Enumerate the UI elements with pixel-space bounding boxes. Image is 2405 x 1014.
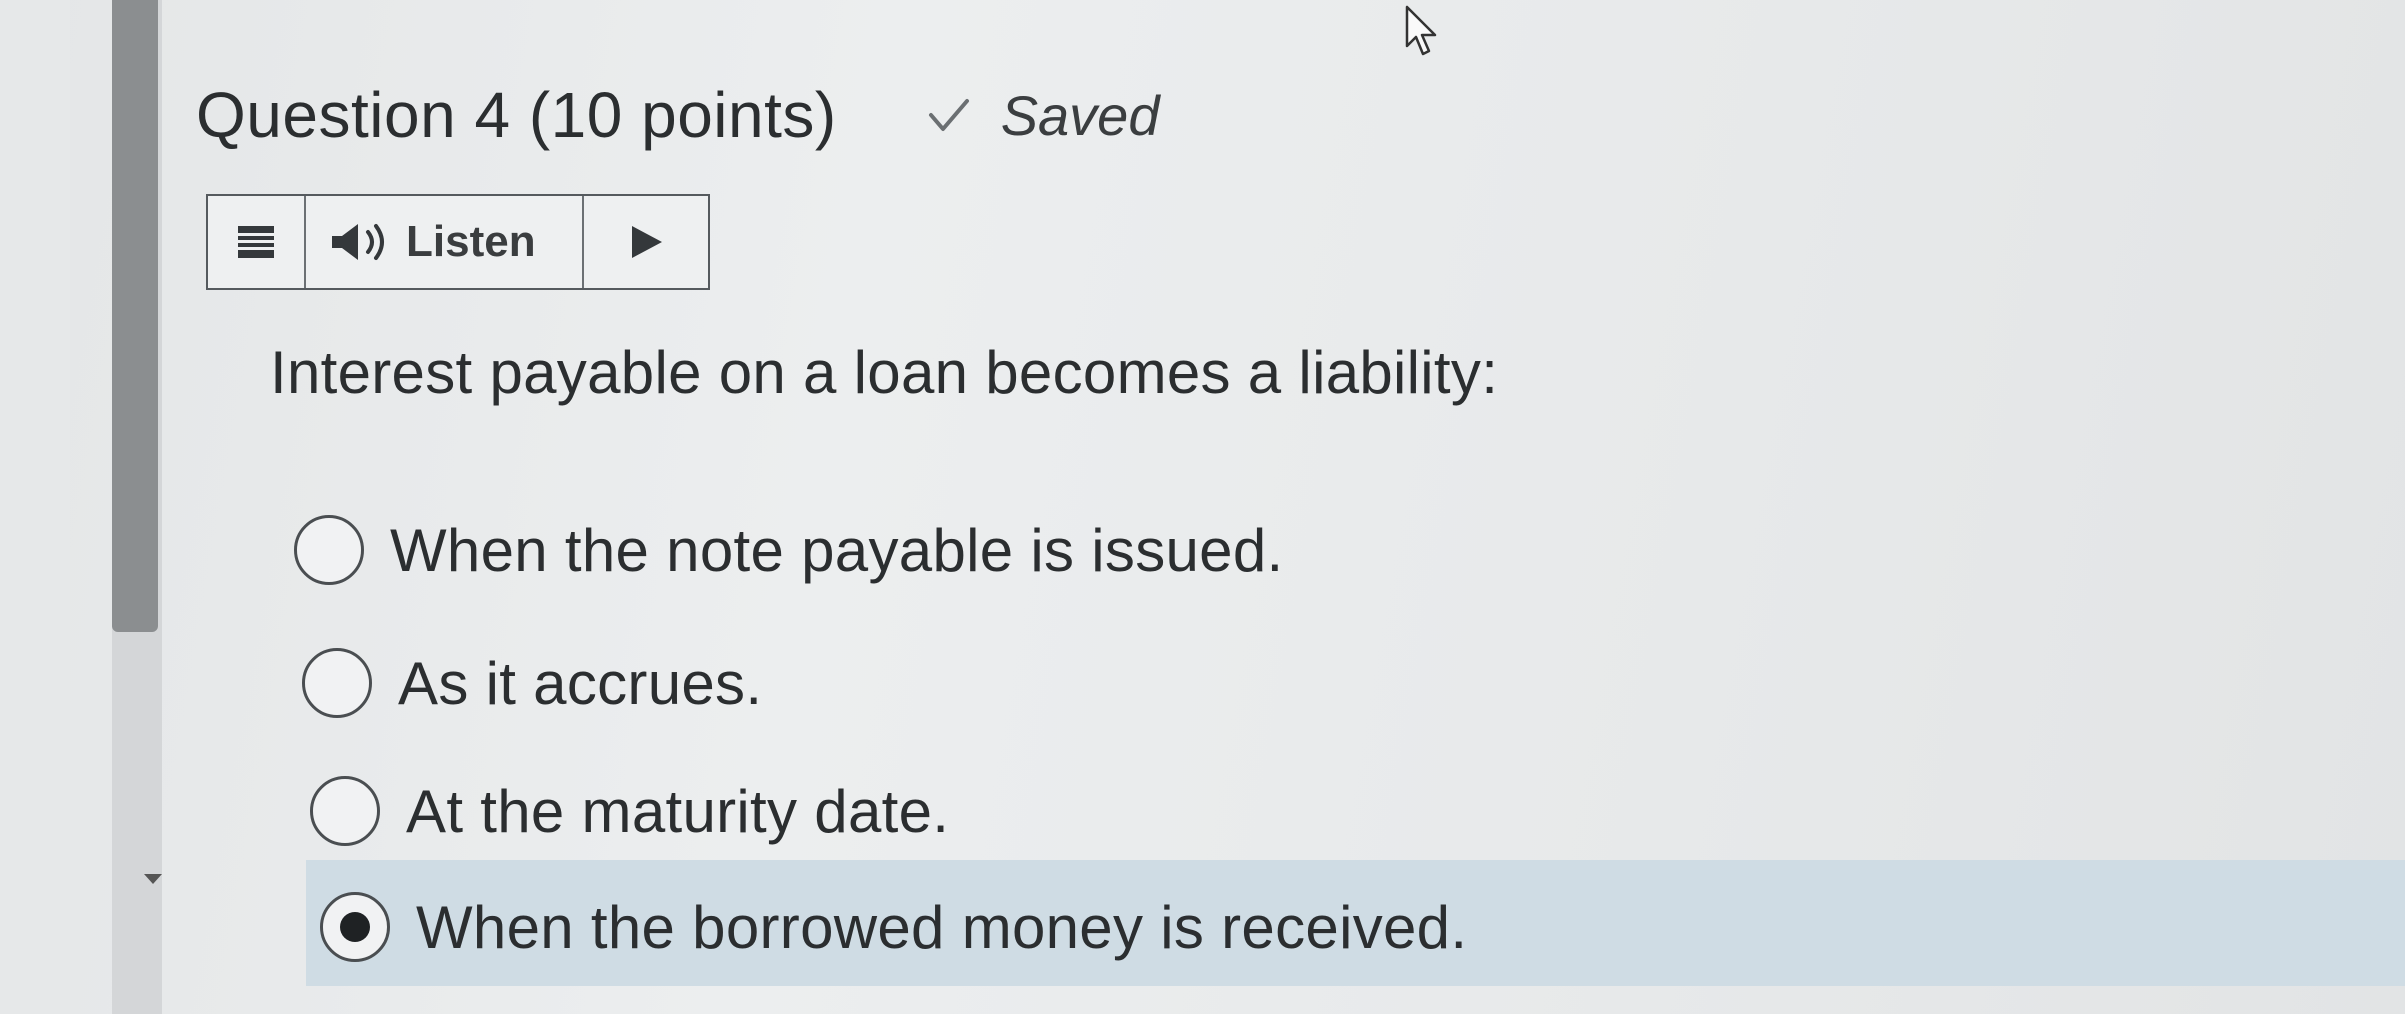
speaker-icon: [332, 224, 384, 260]
radio-selected-dot: [340, 912, 370, 942]
option-3[interactable]: At the maturity date.: [310, 776, 949, 846]
option-1[interactable]: When the note payable is issued.: [294, 515, 1284, 585]
question-title: Question 4 (10 points): [196, 79, 837, 151]
play-button[interactable]: [584, 196, 708, 288]
question-header: Question 4 (10 points) Saved: [196, 78, 1159, 152]
option-2[interactable]: As it accrues.: [302, 648, 762, 718]
question-prompt: Interest payable on a loan becomes a lia…: [270, 339, 1499, 406]
menu-icon: [238, 226, 274, 258]
play-icon: [632, 226, 662, 258]
left-panel-edge: [0, 0, 70, 1014]
checkmark-icon: [928, 99, 969, 131]
scrollbar-thumb[interactable]: [112, 0, 158, 632]
radio-button[interactable]: [294, 515, 364, 585]
listen-toolbar: Listen: [206, 194, 710, 290]
radio-button-selected[interactable]: [320, 892, 390, 962]
screen: Question 4 (10 points) Saved Listen Inte…: [0, 0, 2405, 1014]
listen-button[interactable]: Listen: [306, 196, 584, 288]
option-label[interactable]: When the borrowed money is received.: [416, 893, 1467, 962]
option-4[interactable]: When the borrowed money is received.: [320, 892, 1467, 962]
scroll-down-arrow-icon[interactable]: [144, 874, 162, 884]
option-label[interactable]: As it accrues.: [398, 649, 762, 718]
option-label[interactable]: At the maturity date.: [406, 777, 949, 846]
option-label[interactable]: When the note payable is issued.: [390, 516, 1284, 585]
radio-button[interactable]: [302, 648, 372, 718]
saved-status: Saved: [1000, 83, 1160, 147]
radio-button[interactable]: [310, 776, 380, 846]
listen-label: Listen: [406, 217, 536, 266]
mouse-cursor-icon: [1405, 5, 1437, 56]
listen-menu-button[interactable]: [208, 196, 306, 288]
